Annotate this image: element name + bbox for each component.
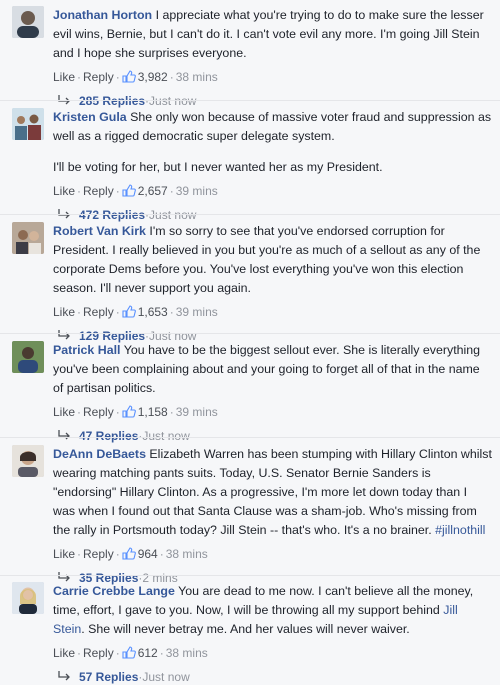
divider	[0, 437, 500, 438]
divider	[0, 100, 500, 101]
thumbs-up-icon[interactable]	[122, 305, 136, 318]
like-link[interactable]: Like	[53, 184, 75, 198]
separator: ·	[169, 305, 174, 319]
comment-actions: Like · Reply · 612 · 38 mins	[53, 645, 492, 661]
avatar[interactable]	[12, 108, 44, 140]
like-link[interactable]: Like	[53, 405, 75, 419]
comment-feed: Jonathan Horton I appreciate what you're…	[0, 0, 500, 684]
comment-body: Patrick Hall You have to be the biggest …	[53, 341, 492, 398]
replies-count[interactable]: 472 Replies	[79, 208, 145, 222]
comment-body: Robert Van Kirk I'm so sorry to see that…	[53, 222, 492, 298]
thumbs-up-icon[interactable]	[122, 184, 136, 197]
separator: ·	[159, 547, 164, 561]
comment-actions: Like · Reply · 3,982 · 38 mins	[53, 69, 492, 85]
separator: ·	[115, 547, 120, 561]
avatar[interactable]	[12, 6, 44, 38]
reply-arrow-icon	[58, 330, 70, 340]
reply-link[interactable]: Reply	[83, 305, 114, 319]
comment-text-paragraph: I'll be voting for her, but I never want…	[53, 160, 383, 174]
divider	[0, 333, 500, 334]
reply-timestamp: Just now	[142, 670, 190, 684]
comment-actions: Like · Reply · 964 · 38 mins	[53, 546, 492, 562]
reply-arrow-icon	[58, 430, 70, 440]
author-name[interactable]: Patrick Hall	[53, 343, 121, 357]
reply-timestamp: Just now	[149, 208, 197, 222]
like-count[interactable]: 612	[138, 646, 158, 660]
author-name[interactable]: DeAnn DeBaets	[53, 447, 146, 461]
comment-actions: Like · Reply · 1,158 · 39 mins	[53, 404, 492, 420]
avatar[interactable]	[12, 445, 44, 477]
reply-timestamp: Just now	[142, 429, 190, 443]
divider	[0, 575, 500, 576]
reply-link[interactable]: Reply	[83, 405, 114, 419]
author-name[interactable]: Jonathan Horton	[53, 8, 152, 22]
comment-body: Carrie Crebbe Lange You are dead to me n…	[53, 582, 492, 639]
replies-link[interactable]: 57 Replies·Just now	[53, 669, 492, 685]
separator: ·	[77, 184, 82, 198]
comment-body: Jonathan Horton I appreciate what you're…	[53, 6, 492, 63]
author-name[interactable]: Robert Van Kirk	[53, 224, 146, 238]
timestamp[interactable]: 38 mins	[176, 70, 218, 84]
author-name[interactable]: Kristen Gula	[53, 110, 127, 124]
like-link[interactable]: Like	[53, 305, 75, 319]
like-link[interactable]: Like	[53, 70, 75, 84]
separator: ·	[77, 305, 82, 319]
timestamp[interactable]: 39 mins	[176, 405, 218, 419]
separator: ·	[77, 405, 82, 419]
separator: ·	[115, 646, 120, 660]
like-count[interactable]: 964	[138, 547, 158, 561]
replies-count[interactable]: 57 Replies	[79, 670, 138, 684]
separator: ·	[169, 70, 174, 84]
reply-link[interactable]: Reply	[83, 547, 114, 561]
separator: ·	[77, 646, 82, 660]
like-link[interactable]: Like	[53, 646, 75, 660]
like-count[interactable]: 3,982	[138, 70, 168, 84]
like-count[interactable]: 1,158	[138, 405, 168, 419]
timestamp[interactable]: 39 mins	[176, 184, 218, 198]
thumbs-up-icon[interactable]	[122, 547, 136, 560]
separator: ·	[115, 405, 120, 419]
thumbs-up-icon[interactable]	[122, 646, 136, 659]
replies-link[interactable]: 47 Replies·Just now	[53, 428, 492, 444]
timestamp[interactable]: 38 mins	[166, 646, 208, 660]
hashtag-link[interactable]: #jillnothill	[435, 523, 485, 537]
author-name[interactable]: Carrie Crebbe Lange	[53, 584, 175, 598]
reply-arrow-icon	[58, 671, 70, 681]
like-count[interactable]: 1,653	[138, 305, 168, 319]
comment-body: DeAnn DeBaets Elizabeth Warren has been …	[53, 445, 492, 540]
comment-body: Kristen Gula She only won because of mas…	[53, 108, 492, 177]
separator: ·	[77, 547, 82, 561]
replies-count[interactable]: 47 Replies	[79, 429, 138, 443]
comment-actions: Like · Reply · 2,657 · 39 mins	[53, 183, 492, 199]
divider	[0, 214, 500, 215]
avatar[interactable]	[12, 222, 44, 254]
comment-actions: Like · Reply · 1,653 · 39 mins	[53, 304, 492, 320]
avatar[interactable]	[12, 341, 44, 373]
like-link[interactable]: Like	[53, 547, 75, 561]
replies-link[interactable]: 285 Replies·Just now	[53, 93, 492, 109]
reply-link[interactable]: Reply	[83, 70, 114, 84]
reply-timestamp: Just now	[149, 94, 197, 108]
timestamp[interactable]: 38 mins	[166, 547, 208, 561]
avatar[interactable]	[12, 582, 44, 614]
reply-link[interactable]: Reply	[83, 646, 114, 660]
reply-link[interactable]: Reply	[83, 184, 114, 198]
separator: ·	[115, 70, 120, 84]
like-count[interactable]: 2,657	[138, 184, 168, 198]
thumbs-up-icon[interactable]	[122, 405, 136, 418]
thumbs-up-icon[interactable]	[122, 70, 136, 83]
replies-link[interactable]: 472 Replies·Just now	[53, 207, 492, 223]
separator: ·	[115, 305, 120, 319]
comment-text-end: . She will never betray me. And her valu…	[81, 622, 410, 636]
timestamp[interactable]: 39 mins	[176, 305, 218, 319]
replies-count[interactable]: 285 Replies	[79, 94, 145, 108]
separator: ·	[169, 405, 174, 419]
separator: ·	[115, 184, 120, 198]
separator: ·	[169, 184, 174, 198]
separator: ·	[159, 646, 164, 660]
separator: ·	[77, 70, 82, 84]
